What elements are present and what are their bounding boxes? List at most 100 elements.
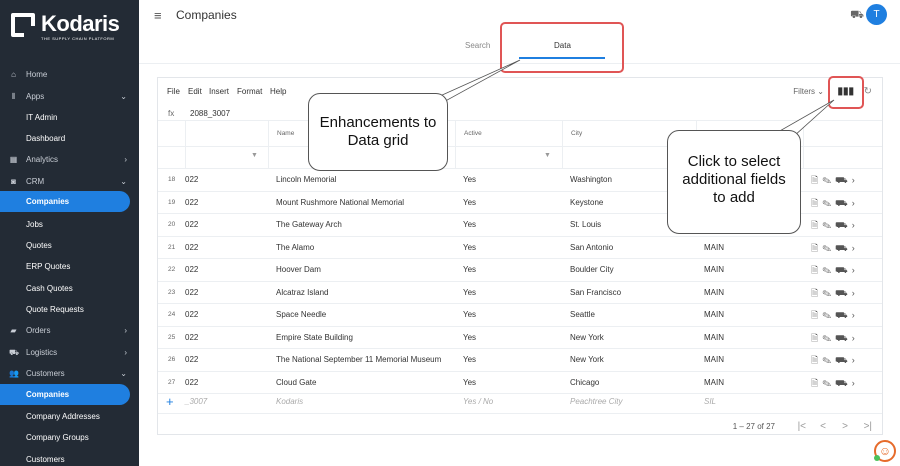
truck-icon[interactable]: ⛟ — [835, 355, 851, 365]
filter-cell[interactable]: ▼ — [455, 147, 562, 169]
chevron-right-icon[interactable]: › — [852, 175, 859, 185]
edit-icon[interactable]: ✎ — [822, 175, 835, 185]
add-row-icon[interactable]: + — [166, 390, 174, 414]
filters-button[interactable]: Filters ⌄ — [793, 78, 824, 106]
add-note-icon[interactable]: 🗎 — [811, 243, 822, 253]
cell-city[interactable]: Boulder City — [570, 259, 614, 281]
cell-city[interactable]: Washington — [570, 169, 612, 191]
new-row-id[interactable]: _3007 — [185, 390, 207, 414]
cell-city[interactable]: San Antonio — [570, 237, 613, 259]
cell-name[interactable]: Mount Rushmore National Memorial — [276, 192, 456, 214]
add-note-icon[interactable]: 🗎 — [811, 198, 822, 208]
sidebar-item-analytics[interactable]: ▦ Analytics › — [0, 149, 139, 170]
avatar[interactable]: T — [866, 4, 887, 25]
sidebar-item-companies[interactable]: Companies — [0, 384, 130, 405]
add-note-icon[interactable]: 🗎 — [811, 378, 822, 388]
cell-city[interactable]: Keystone — [570, 192, 603, 214]
cell-active[interactable]: Yes — [463, 349, 476, 371]
prev-page-icon[interactable]: < — [820, 418, 826, 436]
sidebar-item-apps[interactable]: ⦀ Apps ⌄ — [0, 86, 139, 107]
cell-type[interactable]: MAIN — [704, 237, 724, 259]
menu-insert[interactable]: Insert — [209, 78, 229, 106]
edit-icon[interactable]: ✎ — [822, 288, 835, 298]
cell-type[interactable]: MAIN — [704, 349, 724, 371]
cell-city[interactable]: St. Louis — [570, 214, 601, 236]
next-page-icon[interactable]: > — [842, 418, 848, 436]
cell-name[interactable]: Space Needle — [276, 304, 456, 326]
cell-id[interactable]: 022 — [185, 304, 265, 326]
table-row[interactable]: 22 022 Hoover Dam Yes Boulder City MAIN 🗎✎⛟› — [158, 259, 882, 282]
cell-name[interactable]: The Gateway Arch — [276, 214, 456, 236]
chevron-right-icon[interactable]: › — [852, 378, 859, 388]
sidebar-item-home[interactable]: ⌂ Home — [0, 64, 139, 85]
cell-city[interactable]: San Francisco — [570, 282, 621, 304]
sidebar-item-it-admin[interactable]: IT Admin — [0, 107, 139, 128]
filter-icon[interactable]: ▼ — [544, 152, 551, 159]
last-page-icon[interactable]: >| — [864, 418, 872, 436]
truck-icon[interactable]: ⛟ — [835, 378, 851, 388]
sidebar-item-cash-quotes[interactable]: Cash Quotes — [0, 278, 139, 299]
edit-icon[interactable]: ✎ — [822, 220, 835, 230]
sidebar-item-crm[interactable]: ◙ CRM ⌄ — [0, 171, 139, 192]
sidebar-item-dashboard[interactable]: Dashboard — [0, 128, 139, 149]
new-row-city[interactable]: Peachtree City — [570, 390, 622, 414]
cell-id[interactable]: 022 — [185, 237, 265, 259]
sidebar-item-companies[interactable]: Companies — [0, 191, 130, 212]
cell-name[interactable]: Empire State Building — [276, 327, 456, 349]
truck-icon[interactable]: ⛟ — [835, 333, 851, 343]
table-row[interactable]: 25 022 Empire State Building Yes New York MAI… — [158, 327, 882, 349]
chevron-right-icon[interactable]: › — [852, 220, 859, 230]
cell-active[interactable]: Yes — [463, 259, 476, 281]
cell-active[interactable]: Yes — [463, 304, 476, 326]
sidebar-item-company-addresses[interactable]: Company Addresses — [0, 406, 139, 427]
sidebar-item-quote-requests[interactable]: Quote Requests — [0, 299, 139, 320]
add-note-icon[interactable]: 🗎 — [811, 220, 822, 230]
menu-icon[interactable]: ≡ — [154, 8, 162, 23]
edit-icon[interactable]: ✎ — [822, 333, 835, 343]
column-header[interactable] — [185, 121, 268, 147]
tab-search[interactable]: Search — [465, 41, 490, 50]
add-note-icon[interactable]: 🗎 — [811, 310, 822, 320]
chevron-right-icon[interactable]: › — [852, 355, 859, 365]
add-note-icon[interactable]: 🗎 — [811, 175, 822, 185]
cell-type[interactable]: MAIN — [704, 327, 724, 349]
edit-icon[interactable]: ✎ — [822, 355, 835, 365]
cell-name[interactable]: Lincoln Memorial — [276, 169, 456, 191]
cell-id[interactable]: 022 — [185, 169, 265, 191]
sidebar-item-customers[interactable]: 👥 Customers ⌄ — [0, 363, 139, 384]
sidebar-item-erp-quotes[interactable]: ERP Quotes — [0, 256, 139, 277]
cell-name[interactable]: The Alamo — [276, 237, 456, 259]
add-note-icon[interactable]: 🗎 — [811, 288, 822, 298]
table-row[interactable]: 23 022 Alcatraz Island Yes San Francisco MAIN… — [158, 282, 882, 304]
cell-type[interactable]: MAIN — [704, 259, 724, 281]
sidebar-item-orders[interactable]: ▰ Orders › — [0, 320, 139, 341]
sidebar-item-customers[interactable]: Customers — [0, 449, 139, 466]
new-row-type[interactable]: SIL — [704, 390, 716, 414]
cell-active[interactable]: Yes — [463, 327, 476, 349]
edit-icon[interactable]: ✎ — [822, 310, 835, 320]
chevron-right-icon[interactable]: › — [852, 310, 859, 320]
cell-id[interactable]: 022 — [185, 349, 265, 371]
truck-icon[interactable]: ⛟ — [835, 265, 851, 275]
menu-help[interactable]: Help — [270, 78, 286, 106]
cell-active[interactable]: Yes — [463, 237, 476, 259]
sidebar-item-quotes[interactable]: Quotes — [0, 235, 139, 256]
chevron-right-icon[interactable]: › — [852, 288, 859, 298]
chevron-right-icon[interactable]: › — [852, 333, 859, 343]
edit-icon[interactable]: ✎ — [822, 198, 835, 208]
new-row[interactable]: + _3007 Kodaris Yes / No Peachtree City … — [158, 390, 882, 414]
cell-city[interactable]: Seattle — [570, 304, 595, 326]
truck-icon[interactable]: ⛟ — [835, 220, 851, 230]
refresh-icon[interactable]: ↻ — [864, 78, 872, 106]
cell-active[interactable]: Yes — [463, 169, 476, 191]
cell-type[interactable]: MAIN — [704, 282, 724, 304]
chevron-right-icon[interactable]: › — [852, 265, 859, 275]
cell-id[interactable]: 022 — [185, 327, 265, 349]
table-row[interactable]: 21 022 The Alamo Yes San Antonio MAIN 🗎✎⛟› — [158, 237, 882, 259]
sidebar-item-jobs[interactable]: Jobs — [0, 214, 139, 235]
menu-file[interactable]: File — [167, 78, 180, 106]
cell-name[interactable]: Alcatraz Island — [276, 282, 456, 304]
formula-bar[interactable]: fx 2088_3007 — [158, 106, 882, 121]
cell-city[interactable]: New York — [570, 349, 604, 371]
truck-icon[interactable]: ⛟ — [835, 288, 851, 298]
